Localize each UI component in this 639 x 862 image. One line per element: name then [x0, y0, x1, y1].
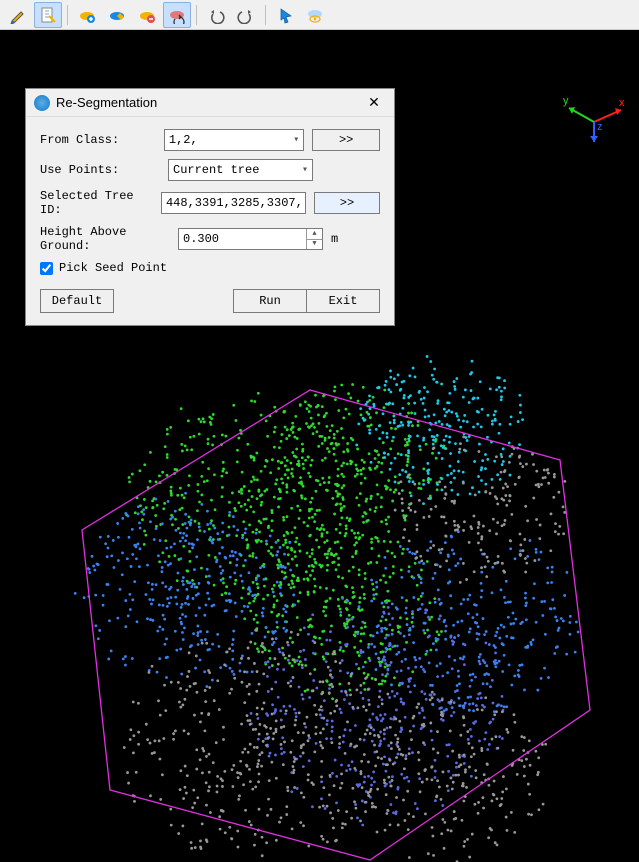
close-icon[interactable]: ✕ — [362, 93, 386, 113]
resegmentation-dialog: Re-Segmentation ✕ From Class: 1,2, >> Us… — [25, 88, 395, 326]
dialog-title: Re-Segmentation — [56, 95, 362, 110]
height-value: 0.300 — [183, 232, 219, 246]
height-label: Height Above Ground: — [40, 225, 170, 253]
cloud-refresh-icon[interactable] — [163, 2, 191, 28]
selected-tree-label: Selected Tree ID: — [40, 189, 153, 217]
undo-icon[interactable] — [202, 2, 230, 28]
cloud-minus-icon[interactable] — [133, 2, 161, 28]
pick-seed-label[interactable]: Pick Seed Point — [59, 261, 167, 275]
svg-text:y: y — [563, 95, 569, 107]
pencil-icon[interactable] — [4, 2, 32, 28]
axes-gizmo: x y z — [559, 80, 629, 150]
selected-tree-input[interactable] — [161, 192, 306, 214]
selected-tree-expand-button[interactable]: >> — [314, 192, 380, 214]
spin-up-icon[interactable]: ▲ — [306, 229, 322, 240]
pick-seed-checkbox[interactable] — [40, 262, 53, 275]
cloud-plus-icon[interactable] — [73, 2, 101, 28]
height-spinner[interactable]: 0.300 ▲▼ — [178, 228, 323, 250]
from-class-value: 1,2, — [169, 133, 198, 147]
dialog-titlebar[interactable]: Re-Segmentation ✕ — [26, 89, 394, 117]
from-class-label: From Class: — [40, 133, 156, 147]
from-class-combo[interactable]: 1,2, — [164, 129, 304, 151]
height-unit: m — [331, 232, 338, 246]
page-sel-icon[interactable] — [34, 2, 62, 28]
separator — [265, 5, 266, 25]
exit-button[interactable]: Exit — [306, 289, 380, 313]
toolbar — [0, 0, 639, 30]
svg-text:x: x — [619, 97, 625, 109]
use-points-value: Current tree — [173, 163, 259, 177]
cloud-eye-icon[interactable] — [301, 2, 329, 28]
use-points-combo[interactable]: Current tree — [168, 159, 313, 181]
run-button[interactable]: Run — [233, 289, 307, 313]
cloud-edit-icon[interactable] — [103, 2, 131, 28]
pointer-icon[interactable] — [271, 2, 299, 28]
use-points-label: Use Points: — [40, 163, 160, 177]
from-class-expand-button[interactable]: >> — [312, 129, 380, 151]
dialog-button-row: Default Run Exit — [26, 289, 394, 325]
spin-down-icon[interactable]: ▼ — [306, 240, 322, 250]
default-button[interactable]: Default — [40, 289, 114, 313]
dialog-body: From Class: 1,2, >> Use Points: Current … — [26, 117, 394, 289]
app-logo-icon — [34, 95, 50, 111]
redo-icon[interactable] — [232, 2, 260, 28]
svg-text:z: z — [597, 121, 603, 133]
separator — [196, 5, 197, 25]
separator — [67, 5, 68, 25]
